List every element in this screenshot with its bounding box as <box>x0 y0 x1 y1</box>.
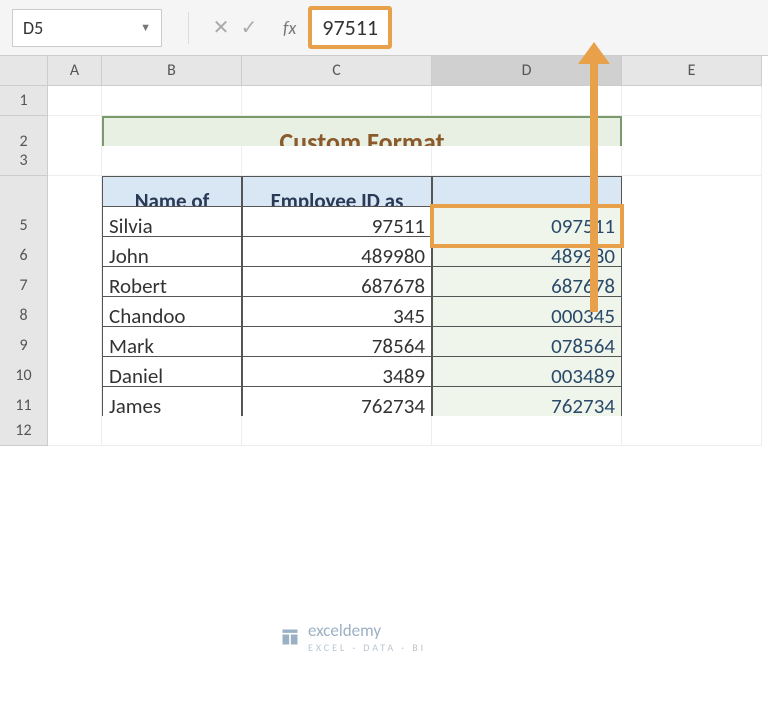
cell[interactable] <box>242 416 432 446</box>
col-header-C[interactable]: C <box>242 56 432 86</box>
watermark-brand: exceldemy <box>308 620 426 641</box>
formula-value-highlight[interactable]: 97511 <box>308 6 392 49</box>
cell[interactable] <box>432 416 622 446</box>
cell[interactable] <box>622 86 762 116</box>
annotation-arrow-head <box>578 42 610 64</box>
divider <box>188 12 189 44</box>
cancel-icon[interactable]: ✕ <box>207 15 235 40</box>
cell[interactable] <box>102 146 242 176</box>
cell[interactable] <box>48 416 102 446</box>
cell[interactable] <box>242 86 432 116</box>
watermark: exceldemy EXCEL · DATA · BI <box>280 620 426 654</box>
annotation-arrow <box>590 54 598 312</box>
watermark-logo-icon <box>280 627 300 647</box>
watermark-tagline: EXCEL · DATA · BI <box>308 641 426 654</box>
spreadsheet-grid: A B C D E 1 2 Custom Format 3 4 Name of … <box>0 56 768 446</box>
name-box[interactable]: D5 ▼ <box>12 9 162 47</box>
cell[interactable] <box>242 146 432 176</box>
cell[interactable] <box>622 416 762 446</box>
cell[interactable] <box>622 146 762 176</box>
row-header[interactable]: 12 <box>0 416 48 446</box>
cell[interactable] <box>48 86 102 116</box>
select-all-corner[interactable] <box>0 56 48 86</box>
col-header-A[interactable]: A <box>48 56 102 86</box>
row-header[interactable]: 1 <box>0 86 48 116</box>
confirm-icon[interactable]: ✓ <box>235 15 263 40</box>
cell[interactable] <box>102 416 242 446</box>
row-header[interactable]: 3 <box>0 146 48 176</box>
name-box-value: D5 <box>23 17 43 39</box>
fx-icon[interactable]: fx <box>283 17 296 39</box>
cell[interactable] <box>48 146 102 176</box>
name-box-dropdown-icon[interactable]: ▼ <box>140 21 151 34</box>
col-header-E[interactable]: E <box>622 56 762 86</box>
formula-bar: D5 ▼ ✕ ✓ fx 97511 <box>0 0 768 56</box>
cell[interactable] <box>102 86 242 116</box>
col-header-B[interactable]: B <box>102 56 242 86</box>
